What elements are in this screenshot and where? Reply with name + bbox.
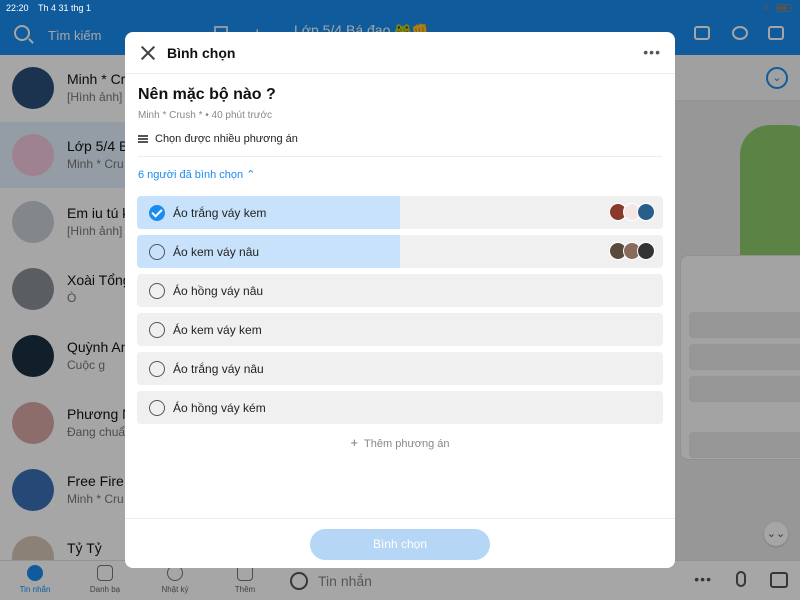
battery-icon: [776, 3, 792, 12]
poll-dialog: Bình chọn ••• Nên mặc bộ nào ? Minh * Cr…: [125, 32, 675, 568]
poll-question: Nên mặc bộ nào ?: [138, 86, 276, 103]
dialog-title: Bình chọn: [167, 45, 236, 61]
multi-choice-label: Chọn được nhiều phương án: [155, 133, 298, 145]
poll-option[interactable]: Áo hồng váy kém: [137, 391, 663, 424]
chevron-updown-icon: ⌃: [246, 169, 256, 181]
close-icon[interactable]: [139, 44, 157, 62]
radio-circle-icon[interactable]: [149, 400, 165, 416]
radio-circle-icon[interactable]: [149, 322, 165, 338]
add-option-label: Thêm phương án: [364, 438, 450, 450]
status-time: 22:20: [6, 3, 29, 13]
poll-option[interactable]: Áo hồng váy nâu: [137, 274, 663, 307]
radio-circle-icon[interactable]: [149, 244, 165, 260]
dialog-footer: Bình chọn: [125, 518, 675, 568]
dialog-header: Bình chọn •••: [125, 32, 675, 74]
divider: [138, 156, 662, 157]
poll-option[interactable]: Áo kem váy kem: [137, 313, 663, 346]
list-icon: [138, 135, 148, 143]
avatar: [637, 203, 655, 221]
status-date: Th 4 31 thg 1: [38, 3, 92, 13]
checked-circle-icon[interactable]: [149, 205, 165, 221]
status-bar: 22:20 Th 4 31 thg 1 ≋: [0, 0, 800, 16]
add-option-button[interactable]: + Thêm phương án: [125, 435, 675, 450]
plus-icon: +: [350, 435, 359, 450]
poll-option-label: Áo kem váy nâu: [173, 245, 260, 259]
system-indicators: ≋: [762, 2, 792, 13]
avatar: [637, 242, 655, 260]
poll-option-label: Áo trắng váy nâu: [173, 362, 264, 376]
radio-circle-icon[interactable]: [149, 361, 165, 377]
vote-button[interactable]: Bình chọn: [310, 529, 490, 560]
multi-choice-note: Chọn được nhiều phương án: [138, 133, 298, 145]
poll-option-label: Áo hồng váy kém: [173, 401, 266, 415]
poll-meta: Minh * Crush * • 40 phút trước: [138, 110, 273, 121]
poll-option-label: Áo kem váy kem: [173, 323, 262, 337]
voters-count: 6 người đã bình chọn: [138, 169, 244, 181]
poll-option-label: Áo hồng váy nâu: [173, 284, 264, 298]
more-icon[interactable]: •••: [643, 44, 661, 60]
poll-option[interactable]: Áo kem váy nâu: [137, 235, 663, 268]
poll-option[interactable]: Áo trắng váy kem: [137, 196, 663, 229]
poll-option-label: Áo trắng váy kem: [173, 206, 267, 220]
wifi-icon: ≋: [762, 2, 770, 12]
voters-link[interactable]: 6 người đã bình chọn ⌃: [138, 168, 255, 181]
voter-avatars[interactable]: [609, 203, 655, 221]
voter-avatars[interactable]: [609, 242, 655, 260]
poll-option[interactable]: Áo trắng váy nâu: [137, 352, 663, 385]
radio-circle-icon[interactable]: [149, 283, 165, 299]
